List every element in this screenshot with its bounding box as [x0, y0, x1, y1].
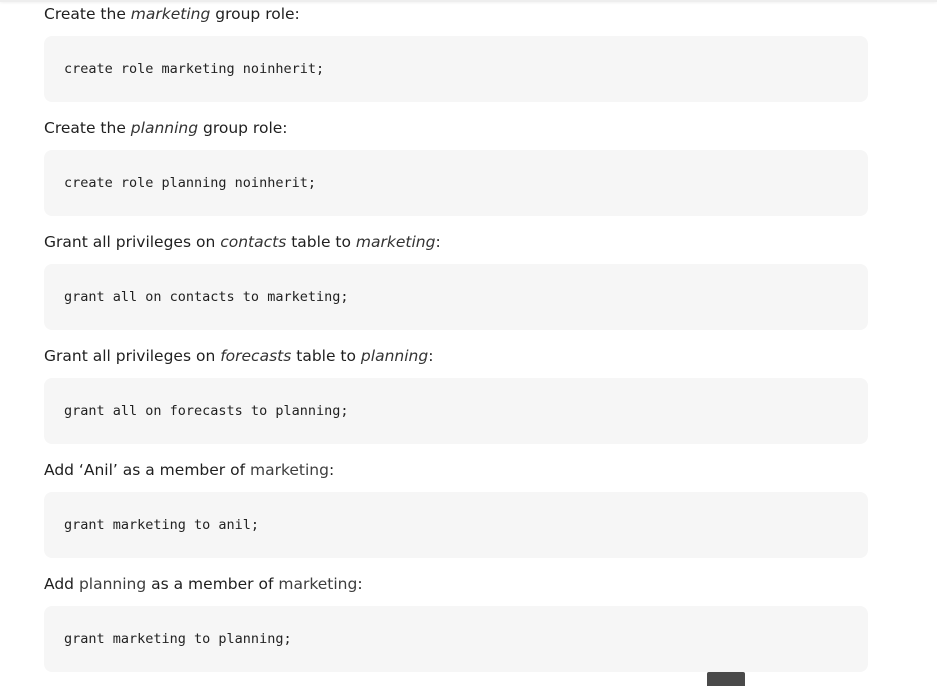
- instruction-segment: Grant all privileges on: [44, 347, 221, 365]
- emphasis-term: marketing: [130, 5, 211, 23]
- scroll-to-top-button[interactable]: [707, 672, 745, 686]
- role-name: planning: [78, 575, 147, 593]
- instruction-text: Grant all privileges on forecasts table …: [44, 345, 433, 367]
- instruction-segment: :: [357, 575, 363, 593]
- instruction-text: Add planning as a member of marketing:: [44, 573, 363, 595]
- emphasis-term: forecasts: [220, 347, 292, 365]
- instruction-segment: :: [428, 347, 434, 365]
- emphasis-term: planning: [130, 119, 199, 137]
- code-line: grant all on forecasts to planning;: [64, 403, 349, 419]
- code-block: grant marketing to anil;: [44, 492, 868, 558]
- header-shadow-line: [0, 0, 937, 2]
- code-block: grant marketing to planning;: [44, 606, 868, 672]
- instruction-segment: table to: [291, 347, 361, 365]
- role-name: marketing: [278, 575, 358, 593]
- instruction-segment: as a member of: [146, 575, 279, 593]
- instruction-text: Create the planning group role:: [44, 117, 288, 139]
- instruction-segment: group role:: [210, 5, 300, 23]
- instruction-segment: Add ‘Anil’ as a member of: [44, 461, 250, 479]
- instruction-segment: Add: [44, 575, 79, 593]
- role-name: marketing: [249, 461, 329, 479]
- instruction-segment: Create the: [44, 119, 131, 137]
- code-line: grant marketing to planning;: [64, 631, 292, 647]
- code-line: create role marketing noinherit;: [64, 61, 325, 77]
- code-line: create role planning noinherit;: [64, 175, 316, 191]
- code-line: grant all on contacts to marketing;: [64, 289, 349, 305]
- code-block: grant all on contacts to marketing;: [44, 264, 868, 330]
- code-block: create role planning noinherit;: [44, 150, 868, 216]
- emphasis-term: planning: [360, 347, 429, 365]
- instruction-segment: group role:: [198, 119, 288, 137]
- instruction-segment: :: [328, 461, 335, 479]
- instruction-segment: Grant all privileges on: [44, 233, 221, 251]
- instruction-segment: Create the: [44, 5, 131, 23]
- instruction-text: Add ‘Anil’ as a member of marketing:: [44, 459, 334, 481]
- emphasis-term: marketing: [355, 233, 436, 251]
- instruction-text: Create the marketing group role:: [44, 3, 300, 25]
- instruction-segment: :: [435, 233, 441, 251]
- code-block: create role marketing noinherit;: [44, 36, 868, 102]
- code-block: grant all on forecasts to planning;: [44, 378, 868, 444]
- instruction-text: Grant all privileges on contacts table t…: [44, 231, 441, 253]
- instruction-segment: table to: [286, 233, 356, 251]
- code-line: grant marketing to anil;: [64, 517, 260, 533]
- emphasis-term: contacts: [220, 233, 287, 251]
